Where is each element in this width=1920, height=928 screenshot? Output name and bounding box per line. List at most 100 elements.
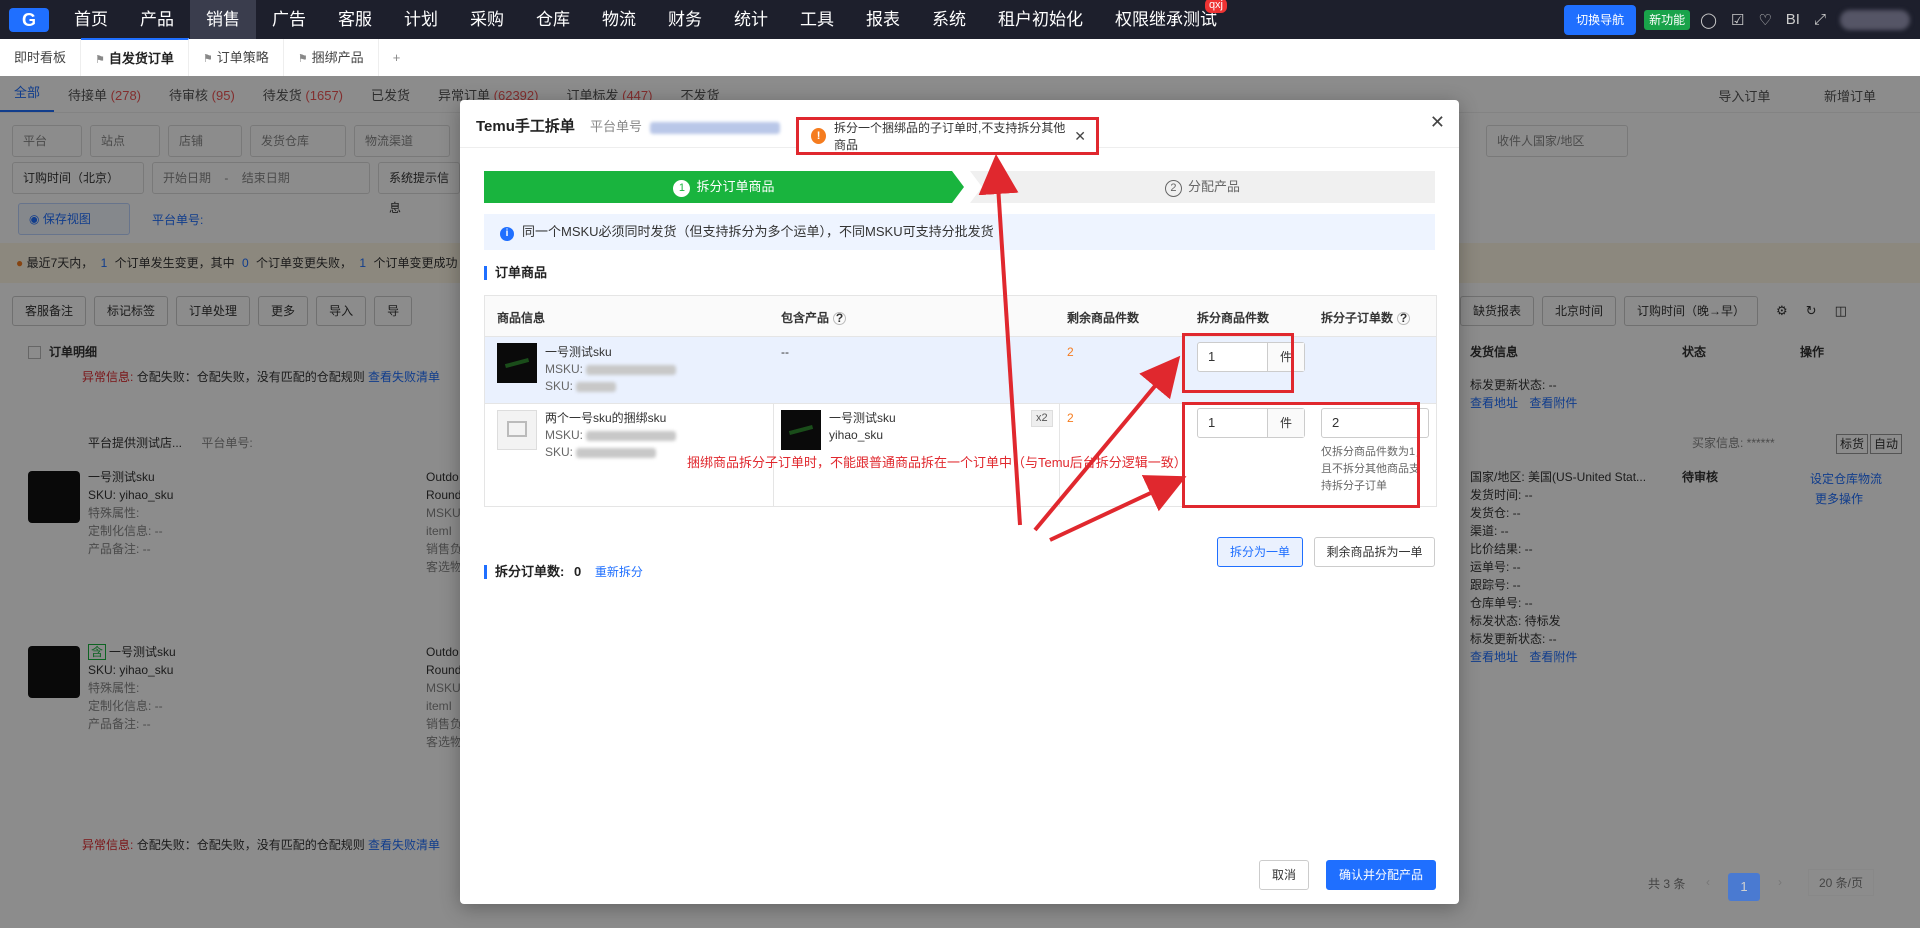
sku-label: SKU: — [545, 379, 574, 393]
resplit-link[interactable]: 重新拆分 — [595, 565, 643, 579]
nav-service[interactable]: 客服 — [322, 0, 388, 39]
info-alert: i 同一个MSKU必须同时发货（但支持拆分为多个运单），不同MSKU可支持分批发货 — [484, 214, 1435, 250]
tab-bundle-products[interactable]: ⚑ 捆绑产品 — [284, 39, 379, 76]
th-split-sub-label: 拆分子订单数 — [1321, 311, 1394, 325]
info-icon: i — [500, 227, 514, 241]
tab-order-strategy[interactable]: ⚑ 订单策略 — [189, 39, 284, 76]
highlight-box-row1 — [1182, 333, 1294, 393]
tab-dashboard[interactable]: 即时看板 — [0, 39, 82, 76]
included-name: 一号测试sku — [829, 411, 896, 425]
msku-value — [586, 430, 677, 441]
close-icon[interactable]: ✕ — [1430, 112, 1445, 133]
nav-tools[interactable]: 工具 — [784, 0, 850, 39]
nav-stats[interactable]: 统计 — [718, 0, 784, 39]
included-product-thumb — [781, 410, 821, 450]
tab-label: 订单策略 — [216, 50, 269, 65]
nav-purchase[interactable]: 采购 — [454, 0, 520, 39]
included-sku: yihao_sku — [829, 428, 884, 442]
pager-next[interactable]: › — [1778, 875, 1782, 889]
sku-label: SKU: — [545, 445, 574, 459]
included-qty: x2 — [1031, 410, 1053, 427]
calendar-icon[interactable]: ☑ — [1731, 11, 1744, 29]
split-count-label: 拆分订单数: — [495, 564, 565, 579]
sku-value — [576, 381, 617, 392]
product-thumb — [497, 343, 537, 383]
tab-self-ship-orders[interactable]: ⚑ 自发货订单 — [81, 38, 189, 77]
step-label: 拆分订单商品 — [696, 179, 775, 194]
nav-permission-label: 权限继承测试 — [1115, 10, 1217, 29]
row2-product: 两个一号sku的捆绑sku MSKU: SKU: — [545, 410, 677, 461]
product-sku: SKU: — [545, 444, 676, 461]
nav-sales[interactable]: 销售 — [190, 0, 256, 39]
nav-right: 切换导航 新功能 ◯ ☑ ♡ BI ⤢ — [1564, 0, 1920, 39]
split-count-value: 0 — [573, 564, 582, 579]
toast-text: 拆分一个捆绑品的子订单时,不支持拆分其他商品 — [834, 121, 1066, 152]
split-one-button[interactable]: 拆分为一单 — [1217, 537, 1303, 567]
error-toast: ! 拆分一个捆绑品的子订单时,不支持拆分其他商品 ✕ — [796, 117, 1099, 155]
step-label: 分配产品 — [1187, 179, 1240, 194]
product-sku: SKU: — [545, 378, 676, 395]
page-tabbar: 即时看板 ⚑ 自发货订单 ⚑ 订单策略 ⚑ 捆绑产品 + — [0, 38, 1920, 77]
help-icon[interactable]: ? — [1397, 312, 1411, 325]
nav-plan[interactable]: 计划 — [388, 0, 454, 39]
modal-order-no: 平台单号 — [590, 116, 781, 135]
bi-link[interactable]: BI — [1786, 11, 1800, 28]
pin-icon: ⚑ — [202, 53, 213, 65]
pager-total: 共 3 条 — [1648, 877, 1686, 891]
pager-size-select[interactable]: 20 条/页 — [1808, 869, 1875, 896]
row1-included: -- — [781, 345, 789, 359]
new-feature-button[interactable]: 新功能 — [1644, 9, 1691, 30]
step-split-items: 1 拆分订单商品 — [484, 171, 964, 203]
row2-remaining: 2 — [1067, 411, 1074, 425]
split-count-row: 拆分订单数: 0 重新拆分 — [484, 565, 643, 579]
cancel-button[interactable]: 取消 — [1259, 860, 1309, 890]
switch-nav-button[interactable]: 切换导航 — [1564, 4, 1637, 35]
nav-logistics[interactable]: 物流 — [586, 0, 652, 39]
nav-reports[interactable]: 报表 — [850, 0, 916, 39]
msku-label: MSKU: — [545, 428, 584, 442]
step-assign-products: 2 分配产品 — [970, 171, 1435, 203]
nav-warehouse[interactable]: 仓库 — [520, 0, 586, 39]
section-order-items: 订单商品 — [484, 266, 547, 280]
steps: 1 拆分订单商品 2 分配产品 — [484, 171, 1435, 203]
app-logo[interactable]: G — [0, 0, 58, 39]
help-icon[interactable]: ? — [833, 312, 847, 325]
image-placeholder-icon — [497, 410, 537, 450]
th-product: 商品信息 — [497, 311, 546, 325]
th-included: 包含产品? — [781, 309, 847, 326]
user-badge: qxj — [1204, 0, 1227, 13]
fullscreen-icon[interactable]: ⤢ — [1814, 11, 1826, 28]
tab-label: 自发货订单 — [108, 51, 174, 66]
step-number-1: 1 — [673, 180, 691, 197]
highlight-box-row2 — [1182, 402, 1420, 508]
bell-icon[interactable]: ♡ — [1758, 11, 1771, 29]
row1-remaining: 2 — [1067, 345, 1074, 359]
pager-current[interactable]: 1 — [1728, 873, 1760, 901]
confirm-assign-button[interactable]: 确认并分配产品 — [1326, 860, 1436, 890]
order-no-value — [650, 121, 781, 134]
sku-value — [576, 447, 657, 458]
pager-prev[interactable]: ‹ — [1706, 875, 1710, 889]
nav-permission-test[interactable]: 权限继承测试 qxj — [1099, 0, 1233, 39]
msku-label: MSKU: — [545, 362, 584, 376]
th-remaining: 剩余商品件数 — [1067, 311, 1140, 325]
th-included-label: 包含产品 — [781, 311, 830, 325]
row1-product: 一号测试sku MSKU: SKU: — [545, 344, 677, 395]
nav-home[interactable]: 首页 — [58, 0, 124, 39]
tab-label: 捆绑产品 — [311, 50, 364, 65]
info-text: 同一个MSKU必须同时发货（但支持拆分为多个运单），不同MSKU可支持分批发货 — [522, 224, 994, 239]
nav-tenant-init[interactable]: 租户初始化 — [982, 0, 1099, 39]
user-avatar[interactable] — [1840, 9, 1910, 30]
annotation-text: 捆绑商品拆分子订单时，不能跟普通商品拆在一个订单中（与Temu后台拆分逻辑一致） — [687, 455, 1187, 470]
rest-one-button[interactable]: 剩余商品拆为一单 — [1314, 537, 1435, 567]
nav-system[interactable]: 系统 — [916, 0, 982, 39]
add-tab-button[interactable]: + — [379, 39, 415, 76]
help-icon[interactable]: ◯ — [1700, 11, 1717, 29]
nav-ads[interactable]: 广告 — [256, 0, 322, 39]
modal-title: Temu手工拆单 — [476, 118, 575, 135]
split-order-modal: Temu手工拆单 平台单号 ✕ ! 拆分一个捆绑品的子订单时,不支持拆分其他商品… — [460, 100, 1459, 904]
nav-finance[interactable]: 财务 — [652, 0, 718, 39]
product-name: 一号测试sku — [545, 345, 612, 359]
nav-product[interactable]: 产品 — [124, 0, 190, 39]
toast-close-icon[interactable]: ✕ — [1074, 128, 1086, 145]
